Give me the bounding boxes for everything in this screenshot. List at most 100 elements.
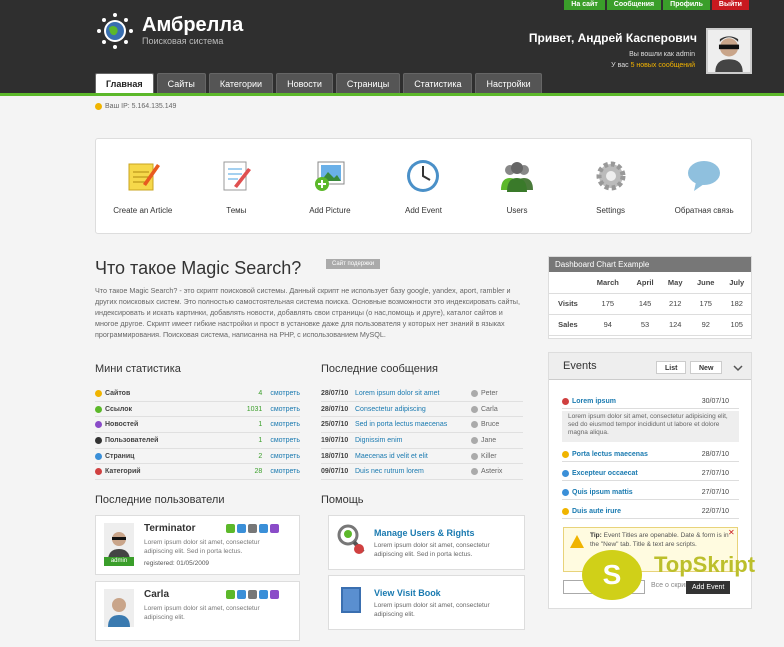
chevron-down-icon[interactable] [733,363,743,373]
event-item[interactable]: Quis ipsum mattis 27/07/10 [562,486,739,500]
table-cell: 175 [689,293,723,315]
new-messages-prefix: У вас [611,62,629,69]
refresh-icon[interactable] [237,524,246,533]
user-status-icon [471,421,478,429]
events-list-tab[interactable]: List [656,361,687,374]
message-link[interactable]: Lorem ipsum dolor sit amet [355,390,471,397]
stats-view-link[interactable]: смотреть [270,437,300,444]
shortcut-add-picture[interactable]: Add Picture [290,158,370,215]
event-item[interactable]: Porta lectus maecenas 28/07/10 [562,448,739,462]
stats-label: Новостей [105,421,139,429]
stats-view-link[interactable]: смотреть [270,468,300,475]
message-row: 28/07/10 Consectetur adipiscing Carla [321,402,523,418]
bullet-icon [95,405,102,413]
new-messages: У вас 5 новых сообщений [611,62,695,69]
message-row: 18/07/10 Maecenas id velit et elit Killer [321,449,523,465]
stats-view-link[interactable]: смотреть [270,406,300,413]
help-card: View Visit Book Lorem ipsum dolor sit am… [328,575,525,630]
event-item[interactable]: Duis aute irure 22/07/10 [562,505,739,519]
clock-icon[interactable] [248,590,257,599]
shortcut-settings[interactable]: Settings [571,158,651,215]
stats-view-link[interactable]: смотреть [270,421,300,428]
shortcut-themes[interactable]: Темы [196,158,276,215]
tab-news[interactable]: Новости [276,73,333,93]
event-name[interactable]: Lorem ipsum [572,398,702,405]
message-row: 19/07/10 Dignissim enim Jane [321,433,523,449]
message-user: Bruce [481,421,500,429]
top-nav-site[interactable]: На сайт [564,0,605,10]
table-header: April [628,272,662,294]
event-name[interactable]: Excepteur occaecat [572,470,702,477]
shortcut-feedback[interactable]: Обратная связь [664,158,744,215]
stats-view-link[interactable]: смотреть [270,390,300,397]
stats-view-link[interactable]: смотреть [270,453,300,460]
events-new-tab[interactable]: New [690,361,723,374]
clock-icon[interactable] [248,524,257,533]
event-name[interactable]: Duis aute irure [572,508,702,515]
tab-statistics[interactable]: Статистика [403,73,473,93]
shortcut-users[interactable]: Users [477,158,557,215]
user-icon[interactable] [270,590,279,599]
mail-icon[interactable] [259,590,268,599]
message-user: Peter [481,389,498,397]
table-cell: 94 [586,314,629,336]
tab-settings[interactable]: Настройки [475,73,542,93]
mail-icon[interactable] [259,524,268,533]
stats-icon[interactable] [226,590,235,599]
shortcut-create-article[interactable]: Create an Article [103,158,183,215]
message-link[interactable]: Sed in porta lectus maecenas [355,421,471,428]
tab-pages[interactable]: Страницы [335,73,401,93]
help-link[interactable]: View Visit Book [374,588,441,598]
shortcut-label: Settings [596,206,626,215]
user-name[interactable]: Carla [144,589,169,600]
user-icon[interactable] [270,524,279,533]
stats-icon[interactable] [226,524,235,533]
shortcut-add-event[interactable]: Add Event [383,158,463,215]
stats-count: 4 [258,389,263,397]
stats-label: Пользователей [105,436,159,444]
user-avatar[interactable] [706,28,752,74]
add-event-button[interactable]: Add Event [686,581,731,594]
table-corner [549,272,587,294]
new-messages-link[interactable]: 5 новых сообщений [631,62,695,69]
help-link[interactable]: Manage Users & Rights [374,528,475,538]
tab-home[interactable]: Главная [95,73,154,93]
speech-bubble-icon [688,161,721,191]
page-title: Что такое Magic Search? [95,258,302,278]
top-nav-profile[interactable]: Профиль [663,0,710,10]
user-name[interactable]: Terminator [144,523,196,534]
table-cell: 175 [586,293,629,315]
user-avatar[interactable] [104,523,134,561]
event-name[interactable]: Quis ipsum mattis [572,489,702,496]
event-description: Lorem ipsum dolor sit amet, consectetur … [562,411,739,442]
stats-row: Сайтов 4 смотреть [95,386,300,402]
help-list: Manage Users & Rights Lorem ipsum dolor … [328,515,525,635]
message-link[interactable]: Maecenas id velit et elit [355,453,471,460]
main-tabs: Главная Сайты Категории Новости Страницы… [95,73,545,93]
user-avatar[interactable] [104,589,134,627]
message-user: Jane [481,436,497,444]
tab-categories[interactable]: Категории [208,73,274,93]
logged-as: Вы вошли как admin [629,51,695,58]
support-site-button[interactable]: Сайт подержки [326,259,381,269]
top-nav-messages[interactable]: Сообщения [606,0,662,10]
top-nav-logout[interactable]: Выйти [711,0,749,10]
refresh-icon[interactable] [237,590,246,599]
event-item[interactable]: Excepteur occaecat 27/07/10 [562,467,739,481]
intro-text: Что такое Magic Search? - это скрипт пои… [95,286,520,339]
event-date: 22/07/10 [701,508,729,515]
message-link[interactable]: Dignissim enim [355,437,471,444]
watermark-text: TopSkript [654,552,756,577]
event-name[interactable]: Porta lectus maecenas [572,451,702,458]
message-link[interactable]: Duis nec rutrum lorem [355,468,471,475]
message-date: 28/07/10 [321,389,349,397]
event-item[interactable]: Lorem ipsum 30/07/10 [562,395,739,409]
tab-sites[interactable]: Сайты [156,73,206,93]
bullet-icon [95,389,102,397]
stats-label: Сайтов [105,389,131,397]
help-card: Manage Users & Rights Lorem ipsum dolor … [328,515,525,570]
table-cell: 53 [628,314,662,336]
close-icon[interactable]: ✕ [728,528,735,537]
message-link[interactable]: Consectetur adipiscing [355,406,471,413]
user-actions [226,524,281,533]
